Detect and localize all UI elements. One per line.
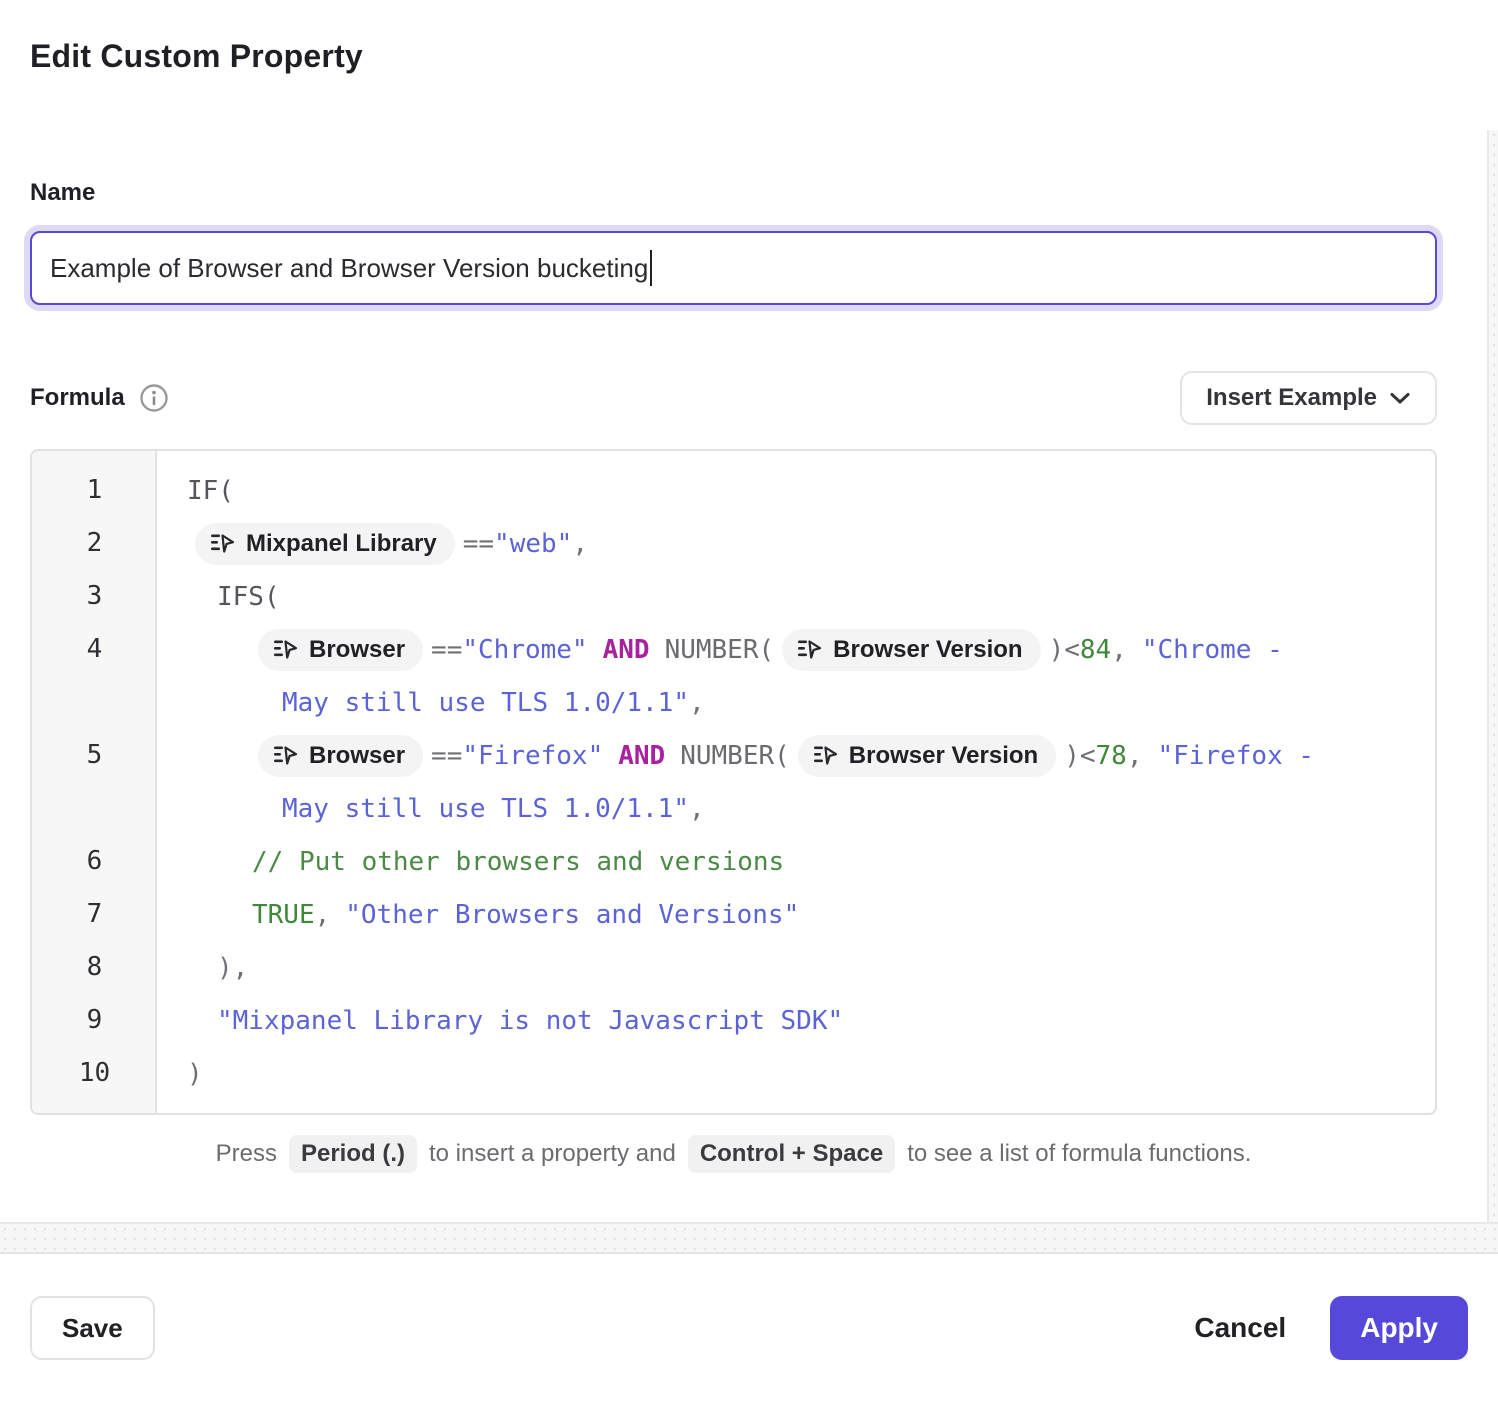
formula-code-editor[interactable]: 1IF(2 Mixpanel Library =="web",3IFS(4 Br… [30,449,1437,1115]
line-number: 7 [32,888,157,941]
code-line: 6 // Put other browsers and versions [32,835,1435,888]
code-token-op: == [463,529,494,559]
property-chip[interactable]: Browser [258,735,423,777]
code-line: 1 IF( [32,464,1435,517]
apply-button[interactable]: Apply [1330,1296,1468,1360]
property-chip-label: Mixpanel Library [246,530,437,558]
code-line: 10) [32,1047,1435,1100]
property-chip[interactable]: Mixpanel Library [195,523,455,565]
code-token-str: "Chrome" [462,635,587,665]
code-line: 9 "Mixpanel Library is not Javascript SDK… [32,994,1435,1047]
line-number: 1 [32,464,157,517]
property-chip-label: Browser [309,636,405,664]
property-chip[interactable]: Browser Version [782,629,1040,671]
property-cursor-icon [209,530,236,557]
info-circle-icon[interactable] [139,383,169,413]
code-line: 3 IFS( [32,570,1435,623]
code-token-str: "Other Browsers and Versions" [345,900,799,930]
name-label: Name [30,179,1437,207]
code-token-fn: NUMBER( [680,741,790,771]
line-number: 2 [32,517,157,570]
line-number: 3 [32,570,157,623]
code-token-bool: TRUE [252,900,315,930]
code-line: 8), [32,941,1435,994]
chevron-down-icon [1389,384,1411,412]
line-number: 4 [32,623,157,729]
code-token-op: )< [1049,635,1080,665]
property-cursor-icon [796,636,823,663]
insert-example-button[interactable]: Insert Example [1180,371,1437,425]
code-token-op: , [1127,741,1143,771]
code-token-kw: IF( [187,476,234,506]
code-token-op: ) [187,1059,203,1089]
hint-text: to insert a property and [429,1140,676,1168]
line-number: 5 [32,729,157,835]
property-cursor-icon [812,742,839,769]
code-token-op: , [315,900,331,930]
code-line: 2 Mixpanel Library =="web", [32,517,1435,570]
code-token-str: "Mixpanel Library is not Javascript SDK" [217,1006,843,1036]
code-token-op: , [1111,635,1127,665]
line-number: 6 [32,835,157,888]
property-chip-label: Browser Version [833,636,1022,664]
code-token-and: AND [618,741,665,771]
text-caret [650,250,652,286]
code-token-op: == [431,741,462,771]
code-token-str: "Firefox" [462,741,603,771]
code-token-op: , [689,688,705,718]
cancel-button[interactable]: Cancel [1194,1312,1286,1344]
code-token-op: == [431,635,462,665]
code-token-str: "web" [494,529,572,559]
insert-example-label: Insert Example [1206,384,1377,412]
page-background-band [0,1222,1498,1252]
property-chip[interactable]: Browser Version [798,735,1056,777]
code-token-num: 84 [1080,635,1111,665]
code-line: 7 TRUE, "Other Browsers and Versions" [32,888,1435,941]
code-token-str: "Firefox - [1158,741,1315,771]
code-token-op: , [572,529,588,559]
code-lines: 1IF(2 Mixpanel Library =="web",3IFS(4 Br… [32,464,1435,1100]
code-token-op: , [689,794,705,824]
property-cursor-icon [272,636,299,663]
line-number: 10 [32,1047,157,1100]
code-token-str: May still use TLS 1.0/1.1" [282,794,689,824]
property-chip-label: Browser [309,742,405,770]
code-token-comment: // Put other browsers and versions [252,847,784,877]
hint-text: Press [216,1140,277,1168]
name-input[interactable]: Example of Browser and Browser Version b… [30,231,1437,305]
code-token-kw: IFS( [217,582,280,612]
code-token-op: ), [217,953,248,983]
editor-hint: Press Period (.) to insert a property an… [30,1135,1437,1173]
edit-custom-property-panel: Edit Custom Property Name Example of Bro… [0,0,1487,1222]
page-background-sliver [1487,130,1498,1252]
code-token-op: )< [1064,741,1095,771]
code-token-str: May still use TLS 1.0/1.1" [282,688,689,718]
save-button[interactable]: Save [30,1296,155,1360]
hint-text: to see a list of formula functions. [907,1140,1251,1168]
property-chip[interactable]: Browser [258,629,423,671]
code-line: 4 Browser =="Chrome" AND NUMBER( Browser V… [32,623,1435,729]
code-token-num: 78 [1096,741,1127,771]
code-token-fn: NUMBER( [665,635,775,665]
page-title: Edit Custom Property [30,0,1437,75]
code-token-str: "Chrome - [1142,635,1283,665]
name-input-value: Example of Browser and Browser Version b… [50,253,648,284]
action-footer: Save Cancel Apply [0,1252,1498,1402]
period-key-chip: Period (.) [289,1135,417,1173]
line-number: 9 [32,994,157,1047]
line-number: 8 [32,941,157,994]
property-chip-label: Browser Version [849,742,1038,770]
code-line: 5 Browser =="Firefox" AND NUMBER( Browser … [32,729,1435,835]
control-space-key-chip: Control + Space [688,1135,895,1173]
code-token-and: AND [603,635,650,665]
formula-label: Formula [30,384,125,412]
property-cursor-icon [272,742,299,769]
